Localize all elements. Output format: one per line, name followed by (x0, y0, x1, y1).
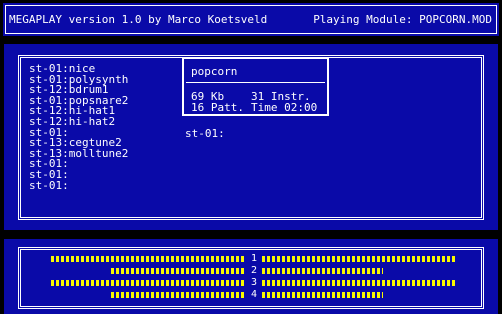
play-time: Time 02:00 (251, 101, 318, 114)
song-name: popcorn (191, 65, 238, 78)
vu-channel-number: 1 (250, 253, 258, 264)
vu-channel-4: 4 (4, 289, 498, 300)
vu-channel-number: 2 (250, 265, 258, 276)
title-bar: MEGAPLAY version 1.0 by Marco Koetsveld … (3, 3, 499, 36)
vu-channel-2: 2 (4, 265, 498, 276)
module-info-box: popcorn 69 Kb 31 Instr. 16 Patt. Time 02… (182, 57, 329, 116)
vu-left-level (51, 280, 246, 286)
sample-list: st-01:nice st-01:polysynth st-12:bdrum1 … (29, 63, 128, 192)
pattern-count: 16 Patt. (191, 101, 244, 114)
app-title: MEGAPLAY version 1.0 by Marco Koetsveld (9, 13, 268, 26)
vu-right-level (262, 256, 457, 262)
vu-channel-number: 3 (250, 277, 258, 288)
vu-left-level (111, 268, 246, 274)
vu-right-level (262, 280, 457, 286)
vu-channel-1: 1 (4, 253, 498, 264)
info-divider (186, 82, 325, 83)
vu-left-level (111, 292, 246, 298)
vu-right-level (262, 292, 383, 298)
module-status: Playing Module: POPCORN.MOD (313, 13, 492, 26)
info-row-patterns: 16 Patt. Time 02:00 (191, 101, 317, 114)
vu-right-level (262, 268, 383, 274)
sample-item: st-01: (29, 178, 69, 192)
vu-channel-number: 4 (250, 289, 258, 300)
vu-left-level (51, 256, 246, 262)
current-sample: st-01: (185, 127, 225, 140)
vu-channel-3: 3 (4, 277, 498, 288)
vu-meter-panel: 1234 (4, 239, 498, 314)
